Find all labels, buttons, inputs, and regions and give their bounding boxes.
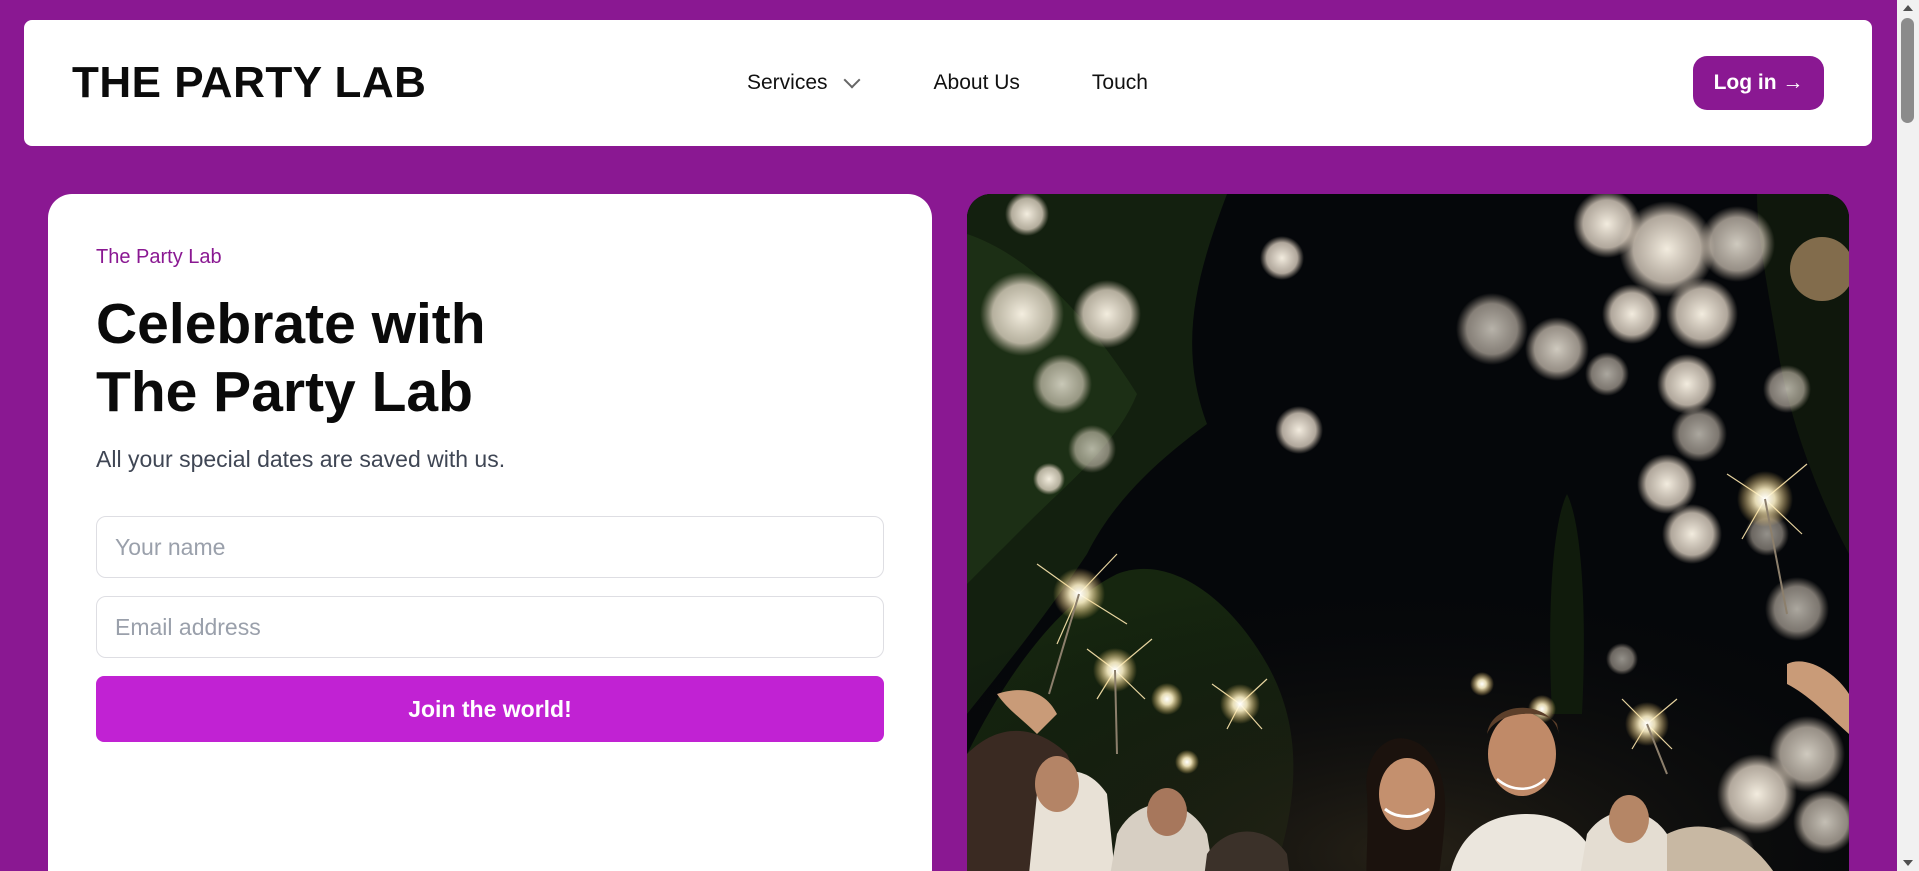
scroll-down-arrow-icon[interactable]	[1903, 860, 1913, 866]
scrollbar-thumb[interactable]	[1901, 18, 1914, 123]
eyebrow-text: The Party Lab	[96, 246, 222, 268]
navbar: THE PARTY LAB Services About Us Touch Lo…	[24, 20, 1872, 146]
nav-touch[interactable]: Touch	[1092, 71, 1148, 95]
nav-services[interactable]: Services	[747, 71, 861, 95]
nav-about-us[interactable]: About Us	[934, 71, 1020, 95]
nav-services-label: Services	[747, 71, 828, 94]
join-button[interactable]: Join the world!	[96, 676, 884, 742]
brand-logo[interactable]: THE PARTY LAB	[72, 20, 426, 146]
hero-title: Celebrate with The Party Lab	[96, 290, 696, 426]
nav-touch-label: Touch	[1091, 71, 1148, 94]
hero-subtitle: All your special dates are saved with us…	[96, 446, 506, 472]
scroll-up-arrow-icon[interactable]	[1903, 5, 1913, 11]
main-nav: Services About Us Touch	[747, 20, 1148, 146]
nav-about-us-label: About Us	[933, 71, 1020, 94]
login-button[interactable]: Log in →	[1693, 56, 1824, 110]
chevron-down-icon	[843, 71, 861, 89]
name-input[interactable]	[96, 516, 884, 578]
hero-title-line-1: Celebrate with	[96, 292, 486, 356]
email-input[interactable]	[96, 596, 884, 658]
page: THE PARTY LAB Services About Us Touch Lo…	[0, 0, 1919, 871]
signup-card: The Party Lab Celebrate with The Party L…	[48, 194, 932, 871]
hero-photo	[967, 194, 1849, 871]
hero-title-line-2: The Party Lab	[96, 360, 473, 424]
vertical-scrollbar[interactable]	[1897, 0, 1919, 871]
